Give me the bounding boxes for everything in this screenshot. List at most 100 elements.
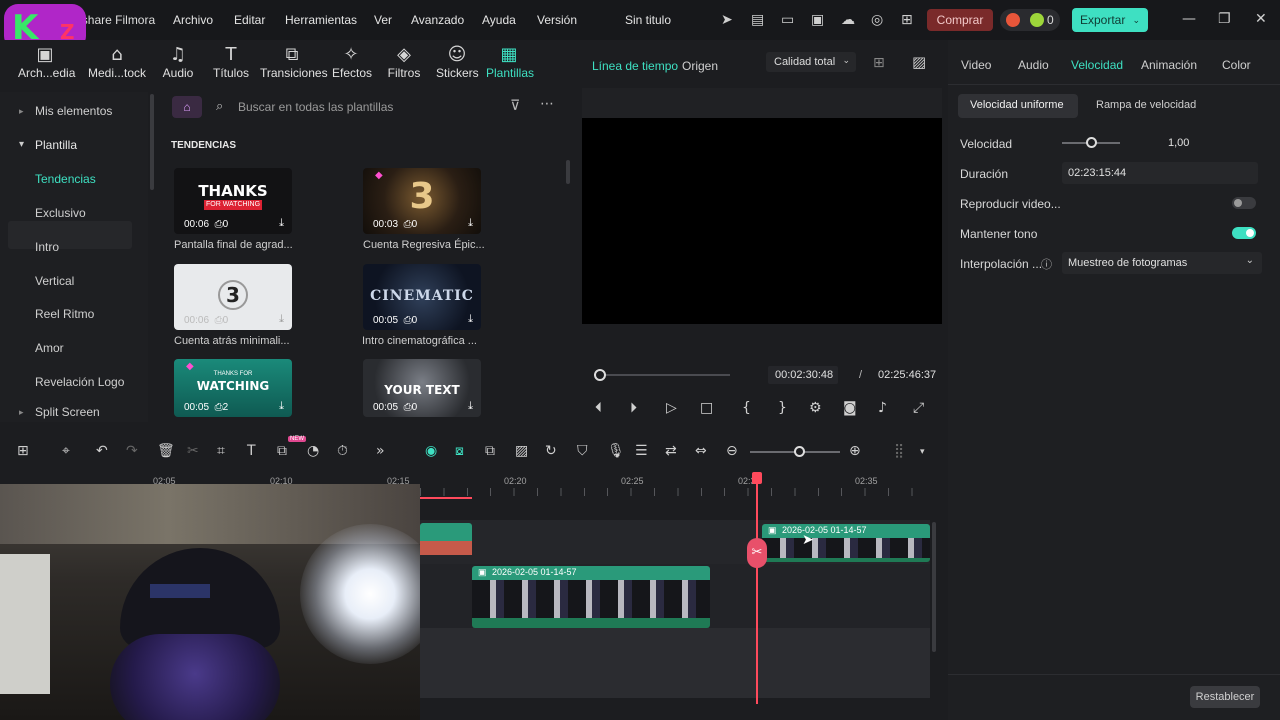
- nav-intro[interactable]: Intro: [35, 240, 59, 254]
- menu-archivo[interactable]: Archivo: [173, 13, 213, 27]
- replace-icon[interactable]: ⇄: [665, 443, 677, 459]
- mic-icon[interactable]: 🎙: [607, 443, 625, 459]
- tool-stock[interactable]: ⌂ Medi...tock: [86, 44, 148, 80]
- mixer-icon[interactable]: ☰: [635, 443, 648, 459]
- tab-timeline-preview[interactable]: Línea de tiempo: [592, 59, 678, 73]
- menu-avanzado[interactable]: Avanzado: [411, 13, 464, 27]
- shield-icon[interactable]: ⛉: [577, 443, 588, 459]
- tab-source-preview[interactable]: Origen: [682, 59, 718, 73]
- select-tool-icon[interactable]: ⌖: [62, 443, 70, 459]
- text-icon[interactable]: T: [247, 443, 256, 459]
- download-icon[interactable]: ⤓: [468, 400, 473, 413]
- tool-transitions[interactable]: ⧉ Transiciones: [260, 44, 328, 80]
- minimize-icon[interactable]: —: [1182, 11, 1196, 27]
- store-icon[interactable]: ⌂: [172, 96, 202, 118]
- search-bar[interactable]: ⌂ ⌕ Buscar en todas las plantillas: [172, 96, 500, 118]
- delete-icon[interactable]: 🗑: [157, 443, 175, 459]
- more-tools-icon[interactable]: »: [376, 443, 385, 459]
- speed-ramp-tab[interactable]: Rampa de velocidad: [1096, 99, 1196, 111]
- tab-video[interactable]: Video: [961, 58, 991, 72]
- clipboard-icon[interactable]: ▤: [751, 12, 764, 28]
- speed-slider-handle[interactable]: [1086, 137, 1097, 148]
- menu-ayuda[interactable]: Ayuda: [482, 13, 516, 27]
- send-icon[interactable]: ➤: [721, 12, 733, 28]
- tab-speed[interactable]: Velocidad: [1071, 58, 1123, 72]
- timer-icon[interactable]: ⏱: [337, 443, 348, 459]
- close-icon[interactable]: ✕: [1255, 11, 1267, 27]
- speed-icon[interactable]: ◔: [307, 443, 319, 459]
- tool-media[interactable]: ▣ Arch...edia: [18, 44, 75, 80]
- scrubber-handle[interactable]: [594, 369, 606, 381]
- preview-scrubber[interactable]: [596, 374, 730, 376]
- tab-color[interactable]: Color: [1222, 58, 1251, 72]
- fullscreen-icon[interactable]: ⤢: [913, 400, 924, 416]
- redo-icon[interactable]: ↷: [126, 443, 138, 459]
- effects-tool-icon[interactable]: ⧉: [277, 443, 287, 459]
- render-settings-icon[interactable]: ⚙: [809, 400, 822, 416]
- fit-icon[interactable]: ⇔: [695, 443, 707, 459]
- cloud-upload-icon[interactable]: ☁: [841, 12, 855, 28]
- prev-frame-icon[interactable]: ⏴: [595, 400, 602, 416]
- tool-audio[interactable]: ♫ Audio: [160, 44, 196, 80]
- filter-icon[interactable]: ⊽: [510, 98, 520, 114]
- uniform-speed-tab[interactable]: Velocidad uniforme: [958, 94, 1078, 118]
- download-icon[interactable]: ⤓: [279, 400, 284, 413]
- template-thumb-2[interactable]: ◆ 3 00:03 ⎙0 ⤓: [363, 168, 481, 234]
- image-add-icon[interactable]: ▨: [515, 443, 528, 459]
- nav-tendencias[interactable]: Tendencias: [35, 172, 96, 186]
- tool-titles[interactable]: T Títulos: [210, 44, 252, 80]
- monitor-icon[interactable]: ▭: [781, 12, 794, 28]
- speed-value[interactable]: 1,00: [1168, 137, 1189, 149]
- template-thumb-4[interactable]: CINEMATIC 00:05 ⎙0 ⤓: [363, 264, 481, 330]
- nav-vertical[interactable]: Vertical: [35, 274, 74, 288]
- nav-split-screen[interactable]: Split Screen: [19, 405, 100, 419]
- menu-ver[interactable]: Ver: [374, 13, 392, 27]
- mark-out-icon[interactable]: }: [778, 400, 787, 416]
- nav-reel-ritmo[interactable]: Reel Ritmo: [35, 307, 94, 321]
- snap-icon[interactable]: ⧇: [455, 443, 464, 459]
- stop-icon[interactable]: □: [700, 400, 713, 416]
- duration-field[interactable]: 02:23:15:44: [1062, 162, 1258, 184]
- nav-plantilla[interactable]: Plantilla: [19, 138, 77, 152]
- mark-in-icon[interactable]: {: [742, 400, 751, 416]
- snapshot-image-icon[interactable]: ▨: [912, 53, 926, 71]
- template-thumb-1[interactable]: THANKS FOR WATCHING 00:06 ⎙0 ⤓: [174, 168, 292, 234]
- tool-stickers[interactable]: ☺ Stickers: [436, 44, 479, 80]
- zoom-in-icon[interactable]: ⊕: [849, 443, 861, 459]
- search-input[interactable]: Buscar en todas las plantillas: [238, 100, 393, 114]
- grid-icon[interactable]: ⊞: [901, 12, 913, 28]
- menu-version[interactable]: Versión: [537, 13, 577, 27]
- maximize-icon[interactable]: ❐: [1218, 11, 1231, 27]
- grid-options-icon[interactable]: ⣿: [894, 443, 904, 459]
- zoom-out-icon[interactable]: ⊖: [726, 443, 738, 459]
- credits-pill[interactable]: 0: [1000, 9, 1060, 31]
- video-clip[interactable]: 2026-02-05 01-14-57 ▣: [472, 566, 710, 628]
- download-icon[interactable]: ⤓: [279, 313, 284, 326]
- undo-icon[interactable]: ↶: [96, 443, 108, 459]
- headset-icon[interactable]: ◎: [871, 12, 883, 28]
- playhead[interactable]: [756, 476, 758, 704]
- next-frame-icon[interactable]: ⏵: [630, 400, 637, 416]
- zoom-slider-handle[interactable]: [794, 446, 805, 457]
- template-thumb-5[interactable]: ◆ THANKS FOR WATCHING 00:05 ⎙2 ⤓: [174, 359, 292, 417]
- grid-view-icon[interactable]: ⊞: [873, 55, 885, 71]
- help-icon[interactable]: ⓘ: [1041, 256, 1052, 272]
- tool-templates[interactable]: ▦ Plantillas: [486, 44, 534, 80]
- auto-ripple-icon[interactable]: ↻: [545, 443, 557, 459]
- more-options-icon[interactable]: ⋯: [540, 96, 554, 112]
- reverse-toggle[interactable]: [1232, 197, 1256, 209]
- nav-mis-elementos[interactable]: Mis elementos: [19, 104, 112, 118]
- nav-revelacion-logo[interactable]: Revelación Logo: [35, 375, 124, 389]
- cut-icon[interactable]: ✂: [187, 443, 199, 459]
- download-icon[interactable]: ⤓: [279, 217, 284, 230]
- save-icon[interactable]: ▣: [811, 12, 824, 28]
- menu-editar[interactable]: Editar: [234, 13, 265, 27]
- nav-amor[interactable]: Amor: [35, 341, 64, 355]
- ai-icon[interactable]: ◉: [425, 443, 437, 459]
- tool-effects[interactable]: ✧ Efectos: [332, 44, 372, 80]
- reset-button[interactable]: Restablecer: [1190, 686, 1260, 708]
- menu-herramientas[interactable]: Herramientas: [285, 13, 357, 27]
- export-button[interactable]: Exportar ⌄: [1072, 8, 1148, 32]
- interpolation-select[interactable]: Muestreo de fotogramas ⌄: [1062, 252, 1262, 274]
- split-scissors-icon[interactable]: ✂: [747, 538, 767, 568]
